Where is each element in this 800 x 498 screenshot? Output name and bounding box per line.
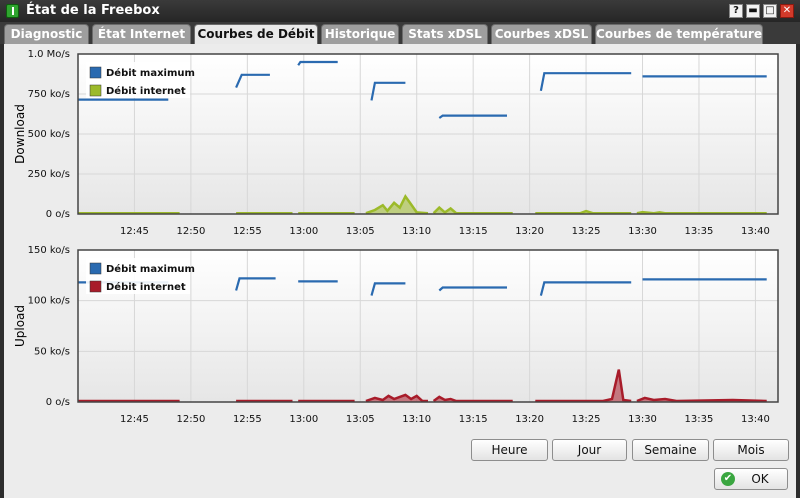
legend-swatch xyxy=(89,280,102,293)
hour-button[interactable]: Heure xyxy=(471,439,548,461)
x-tick-label: 13:10 xyxy=(402,226,431,237)
x-tick-label: 12:50 xyxy=(176,414,205,425)
y-tick-label: 0 o/s xyxy=(46,209,70,220)
x-tick-label: 13:20 xyxy=(515,226,544,237)
x-tick-label: 12:45 xyxy=(120,226,149,237)
tab-courbes-temperature[interactable]: Courbes de température xyxy=(595,24,763,44)
tab-courbes-xdsl[interactable]: Courbes xDSL xyxy=(491,24,592,44)
x-tick-label: 13:25 xyxy=(572,414,601,425)
legend-swatch xyxy=(89,262,102,275)
x-tick-label: 12:55 xyxy=(233,414,262,425)
x-tick-label: 13:05 xyxy=(346,414,375,425)
x-tick-label: 13:20 xyxy=(515,414,544,425)
x-tick-label: 13:10 xyxy=(402,414,431,425)
y-tick-label: 100 ko/s xyxy=(28,296,70,307)
help-button[interactable]: ? xyxy=(729,4,743,18)
y-tick-label: 750 ko/s xyxy=(28,89,70,100)
week-button[interactable]: Semaine xyxy=(632,439,709,461)
x-tick-label: 12:45 xyxy=(120,414,149,425)
window-title: État de la Freebox xyxy=(26,3,160,18)
legend-label: Débit internet xyxy=(106,85,186,97)
x-tick-label: 13:35 xyxy=(685,226,714,237)
x-tick-label: 13:30 xyxy=(628,226,657,237)
tab-diagnostic[interactable]: Diagnostic xyxy=(4,24,89,44)
tab-bar: Diagnostic État Internet Courbes de Débi… xyxy=(0,22,800,44)
x-tick-label: 13:40 xyxy=(741,226,770,237)
tab-historique[interactable]: Historique xyxy=(321,24,399,44)
maximize-button[interactable]: □ xyxy=(763,4,777,18)
title-bar: État de la Freebox ? ▬ □ ✕ xyxy=(0,0,800,22)
x-tick-label: 13:40 xyxy=(741,414,770,425)
freebox-app-icon xyxy=(6,4,19,18)
tab-etat-internet[interactable]: État Internet xyxy=(92,24,191,44)
y-tick-label: 1.0 Mo/s xyxy=(28,49,70,60)
y-tick-label: 150 ko/s xyxy=(28,245,70,256)
ok-button-label: OK xyxy=(751,472,769,486)
x-tick-label: 12:50 xyxy=(176,226,205,237)
check-icon: ✔ xyxy=(721,472,735,486)
legend-label: Débit maximum xyxy=(106,67,195,79)
x-tick-label: 13:05 xyxy=(346,226,375,237)
x-tick-label: 12:55 xyxy=(233,226,262,237)
x-tick-label: 13:25 xyxy=(572,226,601,237)
y-tick-label: 0 o/s xyxy=(46,397,70,408)
x-tick-label: 13:00 xyxy=(289,226,318,237)
x-tick-label: 13:30 xyxy=(628,414,657,425)
y-tick-label: 500 ko/s xyxy=(28,129,70,140)
tab-courbes-debit[interactable]: Courbes de Débit xyxy=(194,24,318,44)
legend-label: Débit internet xyxy=(106,281,186,293)
legend-label: Débit maximum xyxy=(106,263,195,275)
y-tick-label: 250 ko/s xyxy=(28,169,70,180)
minimize-button[interactable]: ▬ xyxy=(746,4,760,18)
x-tick-label: 13:15 xyxy=(459,414,488,425)
x-tick-label: 13:15 xyxy=(459,226,488,237)
y-axis-title: Download xyxy=(13,104,27,164)
legend-swatch xyxy=(89,84,102,97)
x-tick-label: 13:35 xyxy=(685,414,714,425)
day-button[interactable]: Jour xyxy=(552,439,627,461)
download-chart: 12:45 12:50 12:55 13:00 13:05 13:10 13:15 13:20… xyxy=(13,49,779,237)
ok-button[interactable]: ✔ OK xyxy=(714,468,788,490)
upload-chart: 12:45 12:50 12:55 13:00 13:05 13:10 13:15 13:20… xyxy=(13,245,779,425)
tab-stats-xdsl[interactable]: Stats xDSL xyxy=(402,24,488,44)
tab-content-panel: 12:45 12:50 12:55 13:00 13:05 13:10 13:15 13:20… xyxy=(4,44,796,498)
legend-swatch xyxy=(89,66,102,79)
x-tick-label: 13:00 xyxy=(289,414,318,425)
y-axis-title: Upload xyxy=(13,305,27,347)
traffic-line xyxy=(636,210,767,215)
month-button[interactable]: Mois xyxy=(713,439,789,461)
y-tick-label: 50 ko/s xyxy=(34,346,70,357)
close-button[interactable]: ✕ xyxy=(780,4,794,18)
